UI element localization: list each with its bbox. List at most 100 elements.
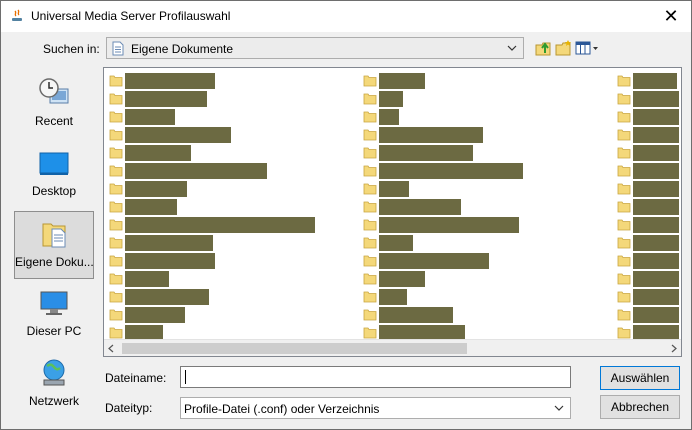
folder-item[interactable] <box>104 234 354 252</box>
folder-item[interactable] <box>612 162 681 180</box>
folder-item[interactable] <box>612 198 681 216</box>
window-title: Universal Media Server Profilauswahl <box>31 9 231 23</box>
lookin-combo[interactable]: Eigene Dokumente <box>106 37 524 59</box>
redacted-name <box>379 127 483 143</box>
folder-item[interactable] <box>358 144 608 162</box>
folder-item[interactable] <box>358 198 608 216</box>
file-chooser-dialog: Universal Media Server Profilauswahl ✕ S… <box>0 0 692 430</box>
folder-item[interactable] <box>358 234 608 252</box>
redacted-name <box>125 181 187 197</box>
folder-item[interactable] <box>358 288 608 306</box>
folder-item[interactable] <box>104 270 354 288</box>
folder-item[interactable] <box>104 90 354 108</box>
folder-item[interactable] <box>104 72 354 90</box>
folder-icon <box>363 111 377 123</box>
place-label: Eigene Doku... <box>15 255 93 269</box>
folder-item[interactable] <box>612 270 681 288</box>
folder-item[interactable] <box>358 270 608 288</box>
up-folder-icon[interactable] <box>534 38 554 58</box>
folder-item[interactable] <box>612 234 681 252</box>
folder-icon <box>617 93 631 105</box>
redacted-name <box>125 199 177 215</box>
folder-icon <box>617 237 631 249</box>
lookin-value: Eigene Dokumente <box>131 42 234 56</box>
redacted-name <box>633 217 679 233</box>
folder-icon <box>109 273 123 285</box>
folder-item[interactable] <box>358 126 608 144</box>
place-documents[interactable]: Eigene Doku... <box>14 211 94 279</box>
view-menu-icon[interactable] <box>574 38 600 58</box>
cancel-button[interactable]: Abbrechen <box>600 395 680 419</box>
folder-item[interactable] <box>104 252 354 270</box>
folder-item[interactable] <box>358 108 608 126</box>
folder-icon <box>109 201 123 213</box>
folder-item[interactable] <box>104 162 354 180</box>
folder-item[interactable] <box>104 198 354 216</box>
folder-icon <box>363 93 377 105</box>
scroll-left-icon[interactable] <box>106 343 117 354</box>
folder-icon <box>363 183 377 195</box>
redacted-name <box>125 253 215 269</box>
folder-icon <box>617 129 631 141</box>
close-button[interactable]: ✕ <box>657 4 685 28</box>
folder-item[interactable] <box>612 126 681 144</box>
folder-icon <box>617 255 631 267</box>
folder-item[interactable] <box>358 252 608 270</box>
folder-item[interactable] <box>612 252 681 270</box>
scrollbar-thumb[interactable] <box>122 343 467 354</box>
folder-icon <box>363 291 377 303</box>
folder-icon <box>363 309 377 321</box>
new-folder-icon[interactable] <box>554 38 574 58</box>
filename-input[interactable] <box>180 366 571 388</box>
folder-icon <box>109 111 123 123</box>
folder-icon <box>109 309 123 321</box>
folder-item[interactable] <box>612 306 681 324</box>
folder-item[interactable] <box>612 180 681 198</box>
folder-item[interactable] <box>104 126 354 144</box>
folder-item[interactable] <box>612 90 681 108</box>
folder-item[interactable] <box>104 216 354 234</box>
folder-item[interactable] <box>612 108 681 126</box>
redacted-name <box>379 91 403 107</box>
folder-item[interactable] <box>358 90 608 108</box>
folder-item[interactable] <box>358 306 608 324</box>
folder-item[interactable] <box>358 162 608 180</box>
redacted-name <box>125 217 315 233</box>
redacted-name <box>379 109 399 125</box>
redacted-name <box>379 235 413 251</box>
folder-item[interactable] <box>358 72 608 90</box>
file-list[interactable] <box>103 67 682 357</box>
folder-icon <box>617 309 631 321</box>
folder-item[interactable] <box>104 108 354 126</box>
horizontal-scrollbar[interactable] <box>104 339 681 356</box>
folder-item[interactable] <box>612 72 681 90</box>
title-bar: Universal Media Server Profilauswahl ✕ <box>1 1 691 32</box>
folder-icon <box>617 75 631 87</box>
folder-icon <box>363 147 377 159</box>
folder-item[interactable] <box>104 306 354 324</box>
folder-item[interactable] <box>358 216 608 234</box>
folder-icon <box>363 255 377 267</box>
folder-icon <box>617 201 631 213</box>
place-network[interactable]: Netzwerk <box>14 351 94 419</box>
documents-small-icon <box>112 41 124 56</box>
folder-item[interactable] <box>104 144 354 162</box>
place-desktop[interactable]: Desktop <box>14 141 94 209</box>
folder-icon <box>109 165 123 177</box>
folder-item[interactable] <box>104 180 354 198</box>
select-button[interactable]: Auswählen <box>600 366 680 390</box>
folder-item[interactable] <box>612 144 681 162</box>
folder-item[interactable] <box>358 180 608 198</box>
folder-icon <box>617 273 631 285</box>
redacted-name <box>633 145 679 161</box>
redacted-name <box>125 91 207 107</box>
folder-item[interactable] <box>104 288 354 306</box>
text-caret <box>185 370 186 384</box>
filetype-select[interactable]: Profile-Datei (.conf) oder Verzeichnis <box>180 397 571 419</box>
chevron-down-icon <box>507 45 517 51</box>
scroll-right-icon[interactable] <box>668 343 679 354</box>
place-this-pc[interactable]: Dieser PC <box>14 281 94 349</box>
folder-item[interactable] <box>612 288 681 306</box>
place-recent[interactable]: Recent <box>14 71 94 139</box>
folder-item[interactable] <box>612 216 681 234</box>
